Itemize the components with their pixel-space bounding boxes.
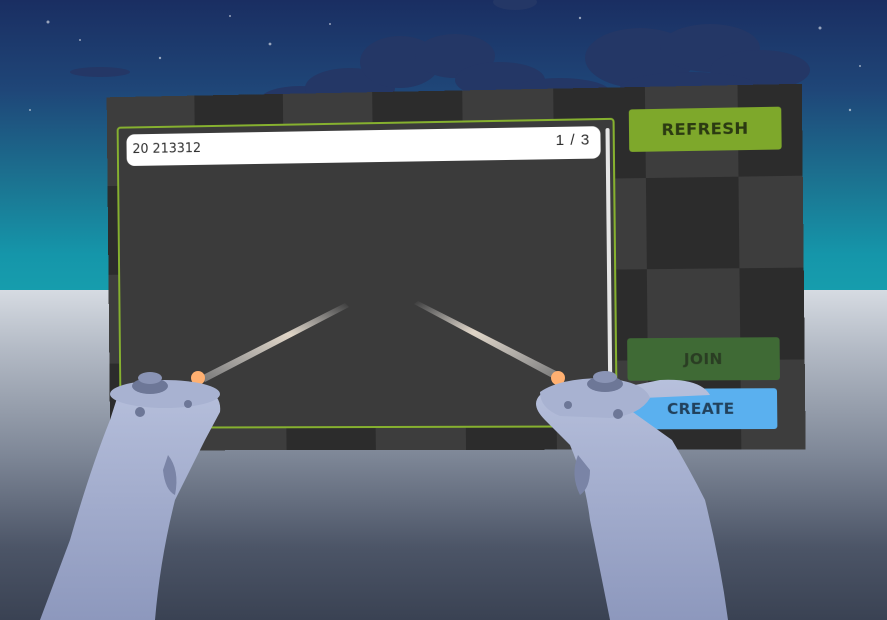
room-list[interactable]: 20 213312 1 / 3 [116,117,618,429]
create-button[interactable]: CREATE [624,388,778,430]
room-browser-panel: 20 213312 1 / 3 REFRESH JOIN CREATE [106,83,806,451]
room-list-item[interactable]: 20 213312 1 / 3 [126,126,601,167]
refresh-button[interactable]: REFRESH [628,106,782,152]
page-indicator: 1 / 3 [555,131,591,150]
room-name: 20 213312 [132,141,202,158]
scrollbar[interactable] [605,128,613,422]
join-button[interactable]: JOIN [627,337,780,381]
